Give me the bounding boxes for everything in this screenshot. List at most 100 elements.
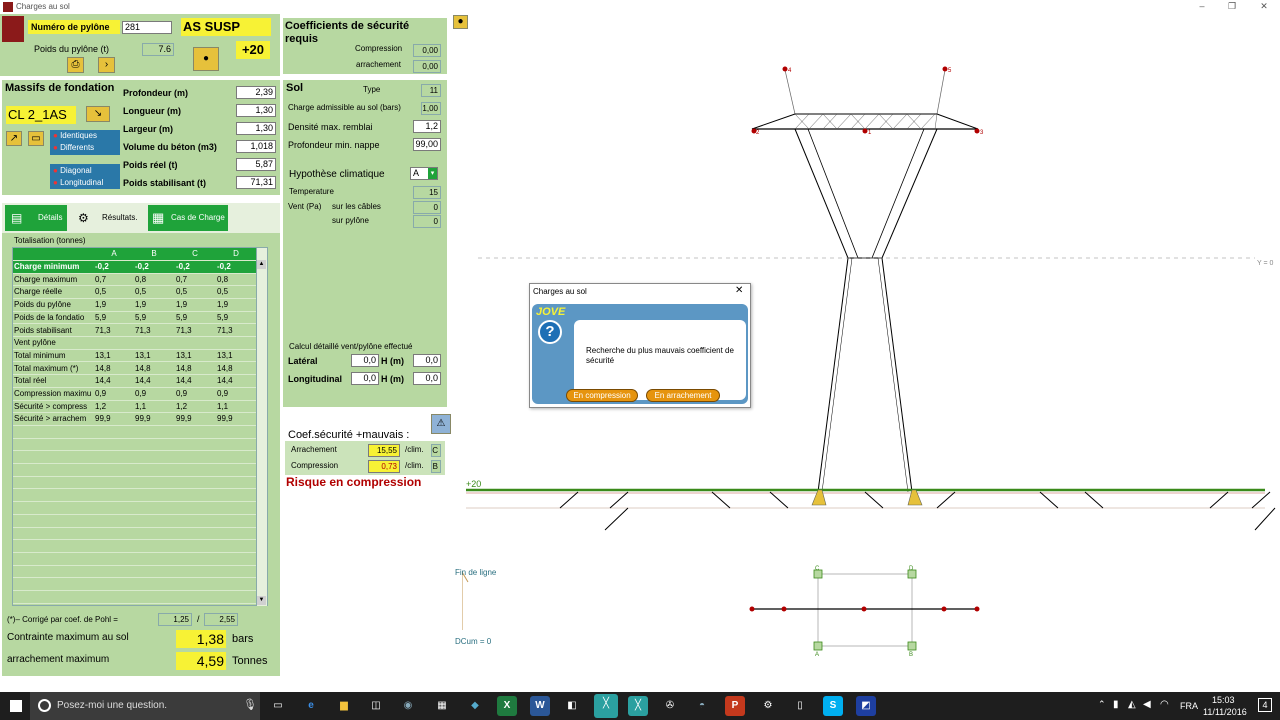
sol-charge-field[interactable]: 1,00 — [421, 102, 441, 115]
coef-req-compression-field[interactable]: 0,00 — [413, 44, 441, 57]
language-label[interactable]: FRA — [1180, 701, 1198, 711]
massif-select-button[interactable]: ↘ — [86, 106, 110, 122]
table-row[interactable] — [13, 579, 257, 592]
table-row[interactable]: Poids stabilisant 71,3 71,3 71,3 71,3 — [13, 325, 257, 338]
table-row[interactable]: Compression maximu 0,9 0,9 0,9 0,9 — [13, 388, 257, 401]
table-row[interactable]: Sécurité > compress 1,2 1,1 1,2 1,1 — [13, 401, 257, 414]
plan-point[interactable] — [941, 606, 947, 612]
sol-type-field[interactable]: 11 — [421, 84, 441, 97]
notification-icon[interactable]: 4 — [1258, 698, 1272, 712]
recalc-button[interactable]: ⚠ — [431, 414, 451, 434]
app-icon-1[interactable]: ◉ — [398, 696, 418, 716]
weight-calc-button[interactable]: ● — [193, 47, 219, 71]
table-row[interactable] — [13, 540, 257, 553]
table-row[interactable]: Charge minimum -0,2 -0,2 -0,2 -0,2 — [13, 261, 257, 274]
point-marker[interactable] — [974, 128, 980, 134]
table-row[interactable]: Sécurité > arrachem 99,9 99,9 99,9 99,9 — [13, 413, 257, 426]
app-icon-8[interactable]: ◩ — [856, 696, 876, 716]
table-row[interactable] — [13, 566, 257, 579]
export-button[interactable]: › — [98, 57, 115, 73]
app-icon-3[interactable]: ◧ — [562, 696, 582, 716]
app-icon-6[interactable]: ⚙ — [758, 696, 778, 716]
table-row[interactable]: Charge réelle 0,5 0,5 0,5 0,5 — [13, 286, 257, 299]
tab-cas-de-charge[interactable]: ▦ Cas de Charge — [148, 205, 228, 231]
scroll-down-icon[interactable]: ▼ — [257, 596, 266, 605]
table-row[interactable]: Total minimum 13,1 13,1 13,1 13,1 — [13, 350, 257, 363]
excel-icon[interactable]: X — [497, 696, 517, 716]
dropdown-arrow-icon[interactable]: ▾ — [428, 168, 437, 179]
cables-field[interactable]: 0 — [413, 201, 441, 214]
print-button[interactable]: ⎙ — [67, 57, 84, 73]
app-icon-4[interactable]: ✇ — [660, 696, 680, 716]
mic-icon[interactable]: 🎙 — [243, 698, 257, 711]
close-button[interactable]: ✕ — [1254, 1, 1274, 13]
windows-start-icon[interactable] — [10, 700, 22, 712]
table-row[interactable]: Vent pylône — [13, 337, 257, 350]
plan-point[interactable] — [781, 606, 787, 612]
volume-icon[interactable]: ◀ — [1143, 699, 1151, 710]
temp-field[interactable]: 15 — [413, 186, 441, 199]
table-row[interactable] — [13, 490, 257, 503]
table-row[interactable] — [13, 452, 257, 465]
skype-icon[interactable]: S — [823, 696, 843, 716]
largeur-field[interactable]: 1,30 — [236, 122, 276, 135]
table-row[interactable] — [13, 439, 257, 452]
app-icon-7[interactable]: ▯ — [790, 696, 810, 716]
profondeur-field[interactable]: 2,39 — [236, 86, 276, 99]
radio-differents[interactable]: ● Differents — [53, 143, 94, 152]
word-icon[interactable]: W — [530, 696, 550, 716]
table-row[interactable] — [13, 426, 257, 439]
dialog-close-button[interactable]: ✕ — [735, 285, 743, 296]
maximize-button[interactable]: ❐ — [1222, 1, 1242, 13]
app-icon-5[interactable]: ◓ — [692, 696, 712, 716]
scroll-up-icon[interactable]: ▲ — [257, 260, 266, 269]
table-row[interactable] — [13, 464, 257, 477]
foundation-plan-marker[interactable] — [907, 641, 917, 651]
en-compression-button[interactable]: En compression — [566, 389, 638, 402]
foundation-plan-marker[interactable] — [813, 641, 823, 651]
pylone-field[interactable]: 0 — [413, 215, 441, 228]
point-marker[interactable] — [782, 66, 788, 72]
network-icon[interactable]: ◭ — [1128, 699, 1136, 710]
tray-chevron-icon[interactable]: ⌃ — [1098, 699, 1106, 710]
app-icon-2[interactable]: ◆ — [465, 696, 485, 716]
edge-icon[interactable]: e — [301, 696, 321, 716]
explorer-icon[interactable]: ▆ — [334, 696, 354, 716]
sol-densite-field[interactable]: 1,2 — [413, 120, 441, 133]
charges-app-icon-active[interactable]: ╳ — [594, 694, 618, 718]
table-row[interactable]: Poids du pylône 1,9 1,9 1,9 1,9 — [13, 299, 257, 312]
table-row[interactable]: Poids de la fondatio 5,9 5,9 5,9 5,9 — [13, 312, 257, 325]
plan-point[interactable] — [861, 606, 867, 612]
radio-identiques[interactable]: ● Identiques — [53, 131, 97, 140]
table-row[interactable] — [13, 477, 257, 490]
table-row[interactable] — [13, 591, 257, 604]
clock-time[interactable]: 15:03 — [1212, 695, 1235, 705]
minimize-button[interactable]: – — [1192, 1, 1212, 13]
plan-point[interactable] — [974, 606, 980, 612]
massif-tool-2-button[interactable]: ▭ — [28, 131, 44, 146]
table-row[interactable] — [13, 553, 257, 566]
table-scrollbar[interactable] — [256, 248, 267, 606]
coef-req-arrachement-field[interactable]: 0,00 — [413, 60, 441, 73]
radio-diagonal[interactable]: ● Diagonal — [53, 166, 92, 175]
table-row[interactable]: Charge maximum 0,7 0,8 0,7 0,8 — [13, 274, 257, 287]
clock-date[interactable]: 11/11/2016 — [1203, 707, 1247, 717]
point-marker[interactable] — [862, 128, 868, 134]
table-row[interactable] — [13, 528, 257, 541]
plan-point[interactable] — [749, 606, 755, 612]
powerpoint-icon[interactable]: P — [725, 696, 745, 716]
table-row[interactable]: Total réel 14,4 14,4 14,4 14,4 — [13, 375, 257, 388]
table-row[interactable] — [13, 515, 257, 528]
charges-app-icon-2[interactable]: ╳ — [628, 696, 648, 716]
task-view-icon[interactable]: ▭ — [268, 696, 288, 716]
point-marker[interactable] — [942, 66, 948, 72]
store-icon[interactable]: ◫ — [366, 696, 386, 716]
tab-details[interactable]: ▤ Détails — [5, 205, 67, 231]
table-row[interactable] — [13, 502, 257, 515]
tab-resultats[interactable]: ⚙ Résultats. — [72, 205, 144, 231]
table-row[interactable]: Total maximum (*) 14,8 14,8 14,8 14,8 — [13, 363, 257, 376]
massif-tool-1-button[interactable]: ↗ — [6, 131, 22, 146]
radio-longitudinal[interactable]: ● Longitudinal — [53, 178, 103, 187]
longueur-field[interactable]: 1,30 — [236, 104, 276, 117]
results-table[interactable]: A B C D Charge minimum -0,2 -0,2 -0,2 -0,2 Charge… — [12, 247, 268, 606]
